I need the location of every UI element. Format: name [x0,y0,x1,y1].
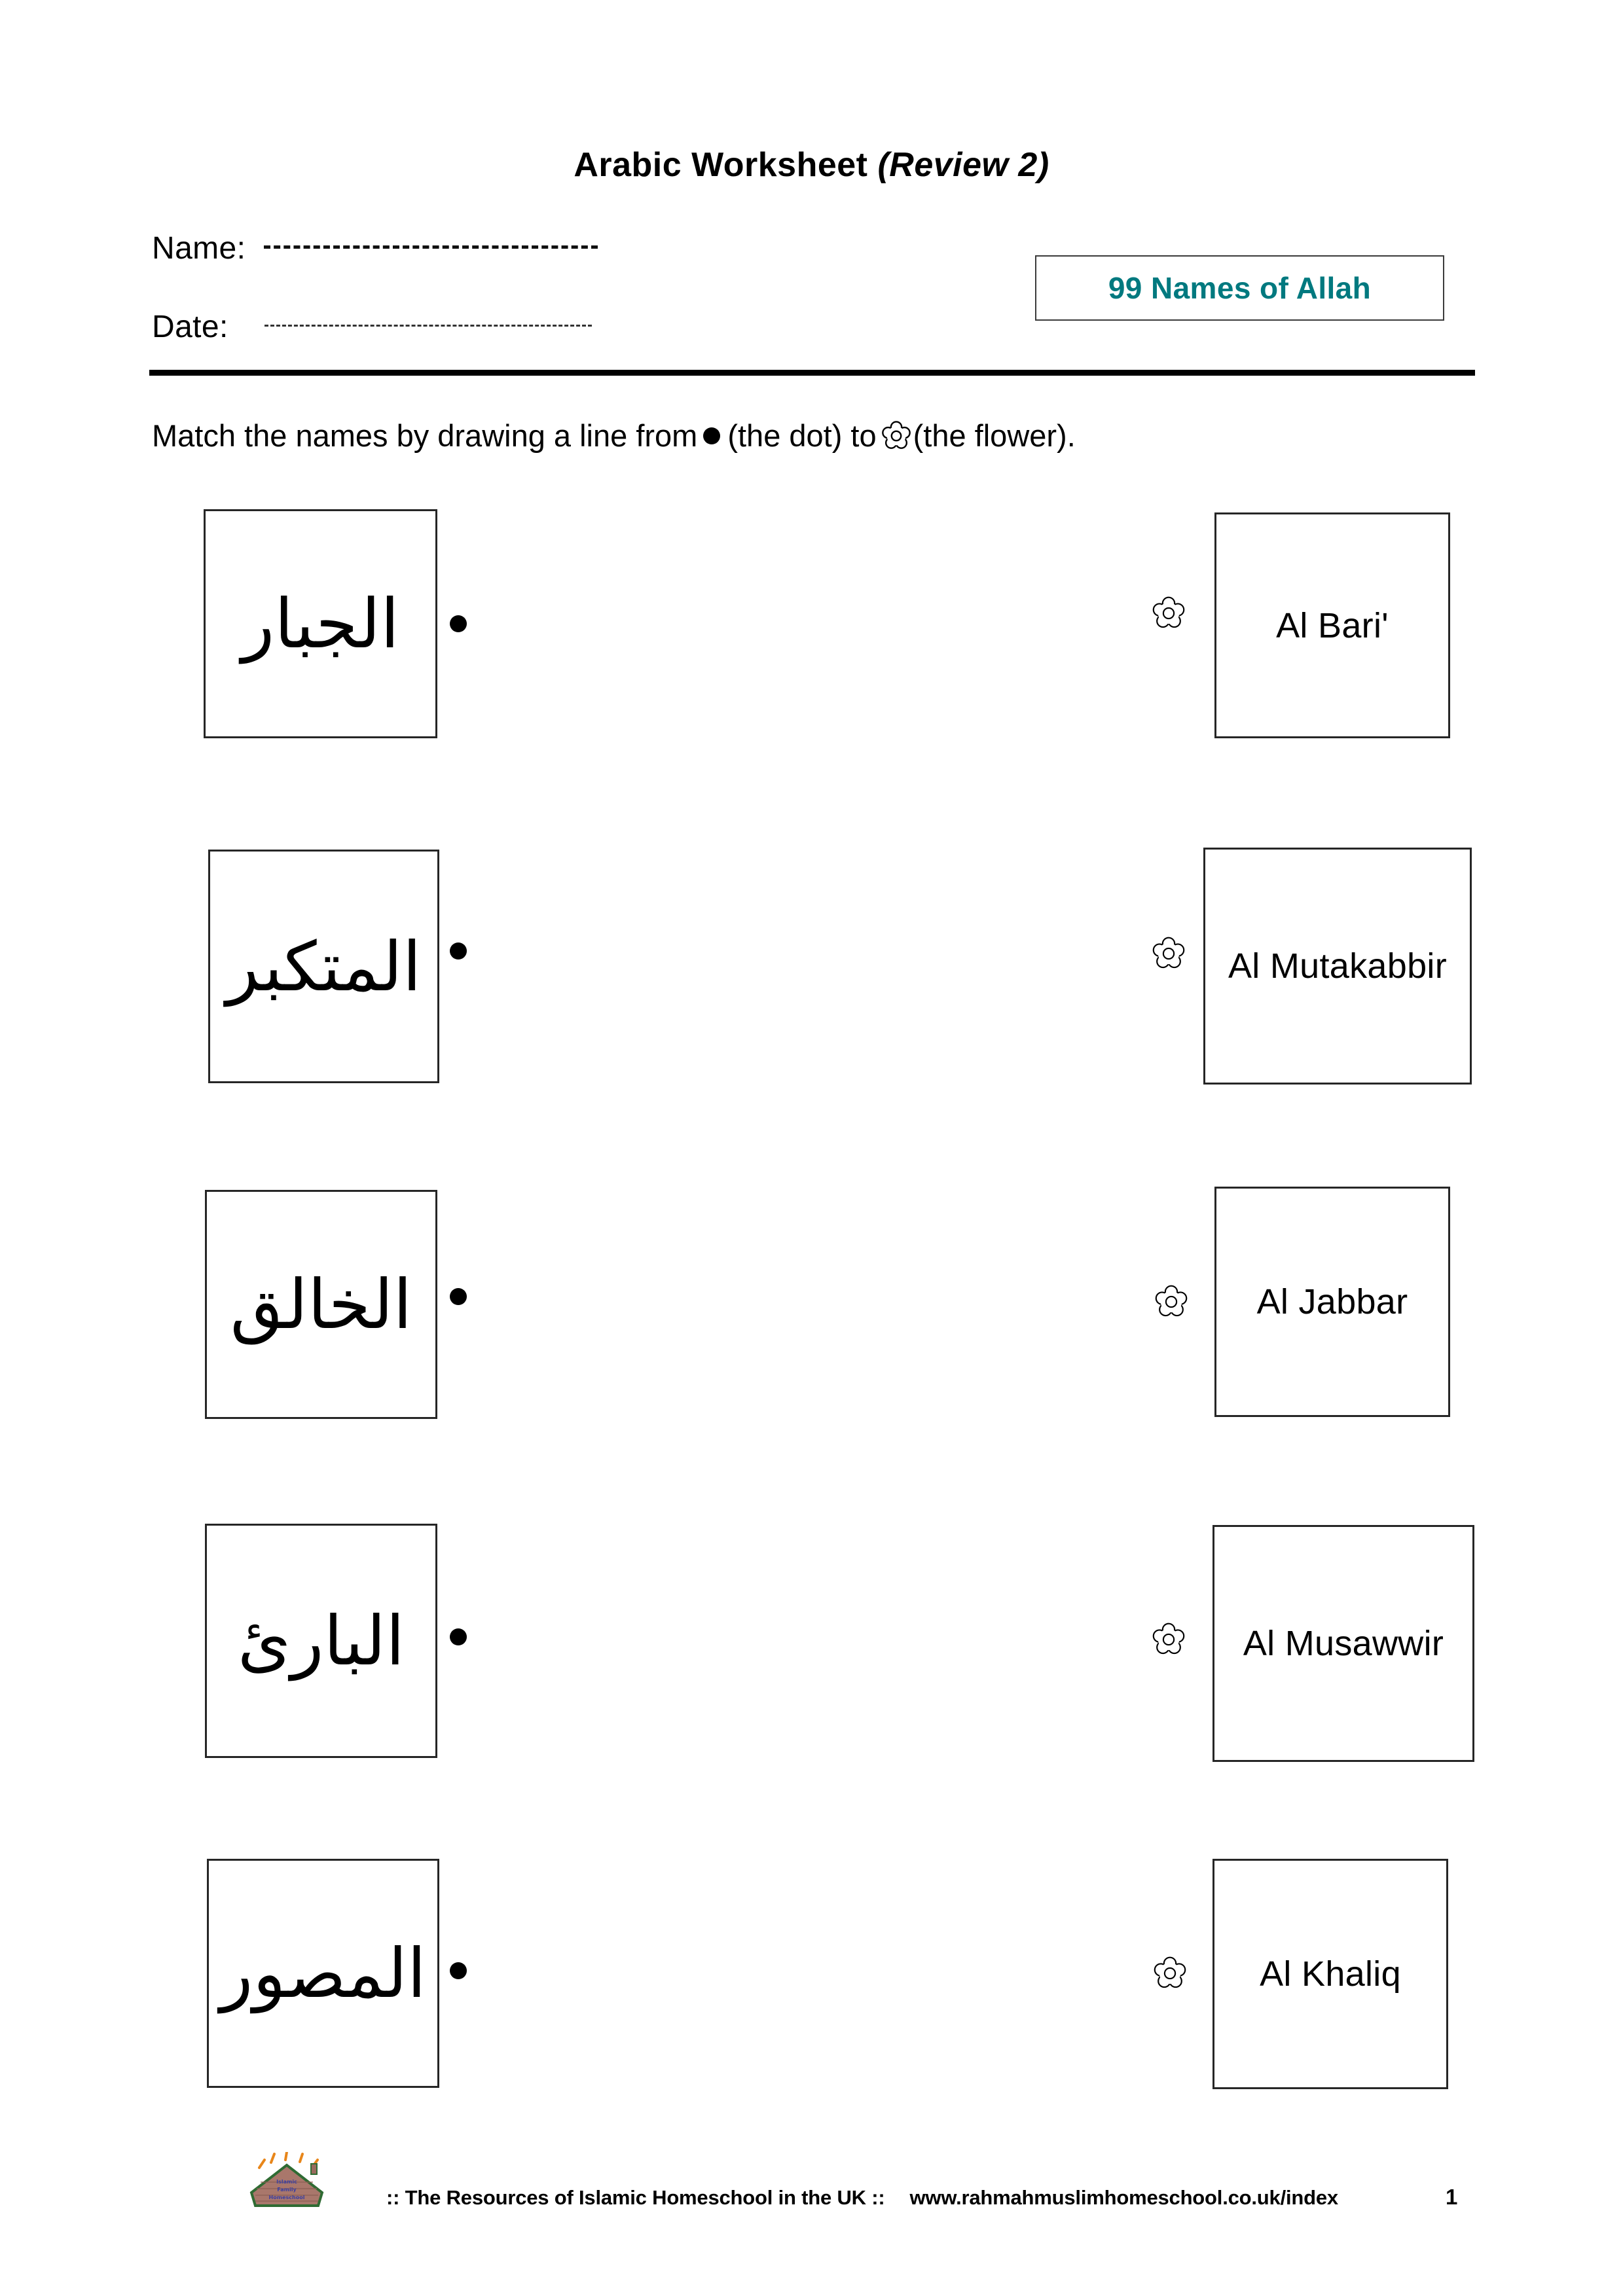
instruction-line: Match the names by drawing a line from (… [152,418,1076,454]
arabic-term-4: البارئ [237,1601,405,1681]
arabic-box-1[interactable]: الجبار [204,509,437,738]
connector-dot-5[interactable] [450,1962,467,1979]
arabic-term-3: الخالق [230,1265,412,1344]
page-title-review: (Review 2) [877,146,1049,184]
arabic-term-2: المتكبر [226,926,422,1007]
svg-text:Homeschool: Homeschool [269,2195,305,2200]
page-title: Arabic Worksheet (Review 2) [0,145,1623,185]
arabic-box-5[interactable]: المصور [207,1859,439,2088]
english-box-5[interactable]: Al Khaliq [1213,1859,1448,2089]
name-input-line[interactable] [264,245,598,249]
connector-flower-5[interactable] [1152,1956,1188,1991]
header-divider [149,370,1475,376]
instruction-part-2: (the dot) to [727,418,877,453]
date-field-row: Date: [152,309,593,345]
footer-tagline: :: The Resources of Islamic Homeschool i… [386,2186,885,2209]
english-box-2[interactable]: Al Mutakabbir [1203,848,1472,1085]
connector-dot-3[interactable] [450,1288,467,1305]
english-box-3[interactable]: Al Jabbar [1214,1187,1450,1417]
flower-icon [881,420,912,452]
date-input-line[interactable] [264,324,593,327]
english-box-4[interactable]: Al Musawwir [1213,1525,1474,1762]
arabic-box-4[interactable]: البارئ [205,1524,437,1758]
instruction-part-1: Match the names by drawing a line from [152,418,698,453]
name-field-row: Name: [152,230,598,266]
house-logo-icon: Islamic Family Homeschool [247,2151,326,2214]
arabic-term-5: المصور [220,1933,426,2013]
page-number: 1 [1446,2185,1458,2209]
arabic-box-3[interactable]: الخالق [205,1190,437,1419]
english-term-5: Al Khaliq [1260,1954,1401,1994]
topic-box: 99 Names of Allah [1035,255,1444,321]
topic-box-label: 99 Names of Allah [1108,271,1372,305]
svg-text:Family: Family [277,2187,297,2193]
english-box-1[interactable]: Al Bari' [1214,512,1450,738]
arabic-box-2[interactable]: المتكبر [208,850,439,1083]
connector-dot-2[interactable] [450,942,467,960]
connector-flower-2[interactable] [1151,936,1186,971]
english-term-3: Al Jabbar [1256,1282,1408,1321]
arabic-term-1: الجبار [241,584,399,664]
connector-flower-4[interactable] [1151,1622,1186,1657]
footer-url[interactable]: www.rahmahmuslimhomeschool.co.uk/index [910,2186,1339,2209]
english-term-1: Al Bari' [1276,605,1389,645]
instruction-part-3: (the flower). [913,418,1076,453]
dot-icon [703,427,721,444]
name-label: Name: [152,231,246,266]
worksheet-page: Arabic Worksheet (Review 2) Name: Date: … [0,0,1623,2296]
connector-flower-1[interactable] [1151,596,1186,631]
english-term-2: Al Mutakabbir [1228,946,1448,986]
english-term-4: Al Musawwir [1243,1624,1444,1663]
connector-flower-3[interactable] [1154,1284,1189,1319]
svg-text:Islamic: Islamic [276,2179,297,2185]
connector-dot-4[interactable] [450,1628,467,1645]
connector-dot-1[interactable] [450,615,467,632]
page-title-main: Arabic Worksheet [574,146,878,184]
date-label: Date: [152,310,228,344]
footer-credit: :: The Resources of Islamic Homeschool i… [386,2186,1338,2210]
